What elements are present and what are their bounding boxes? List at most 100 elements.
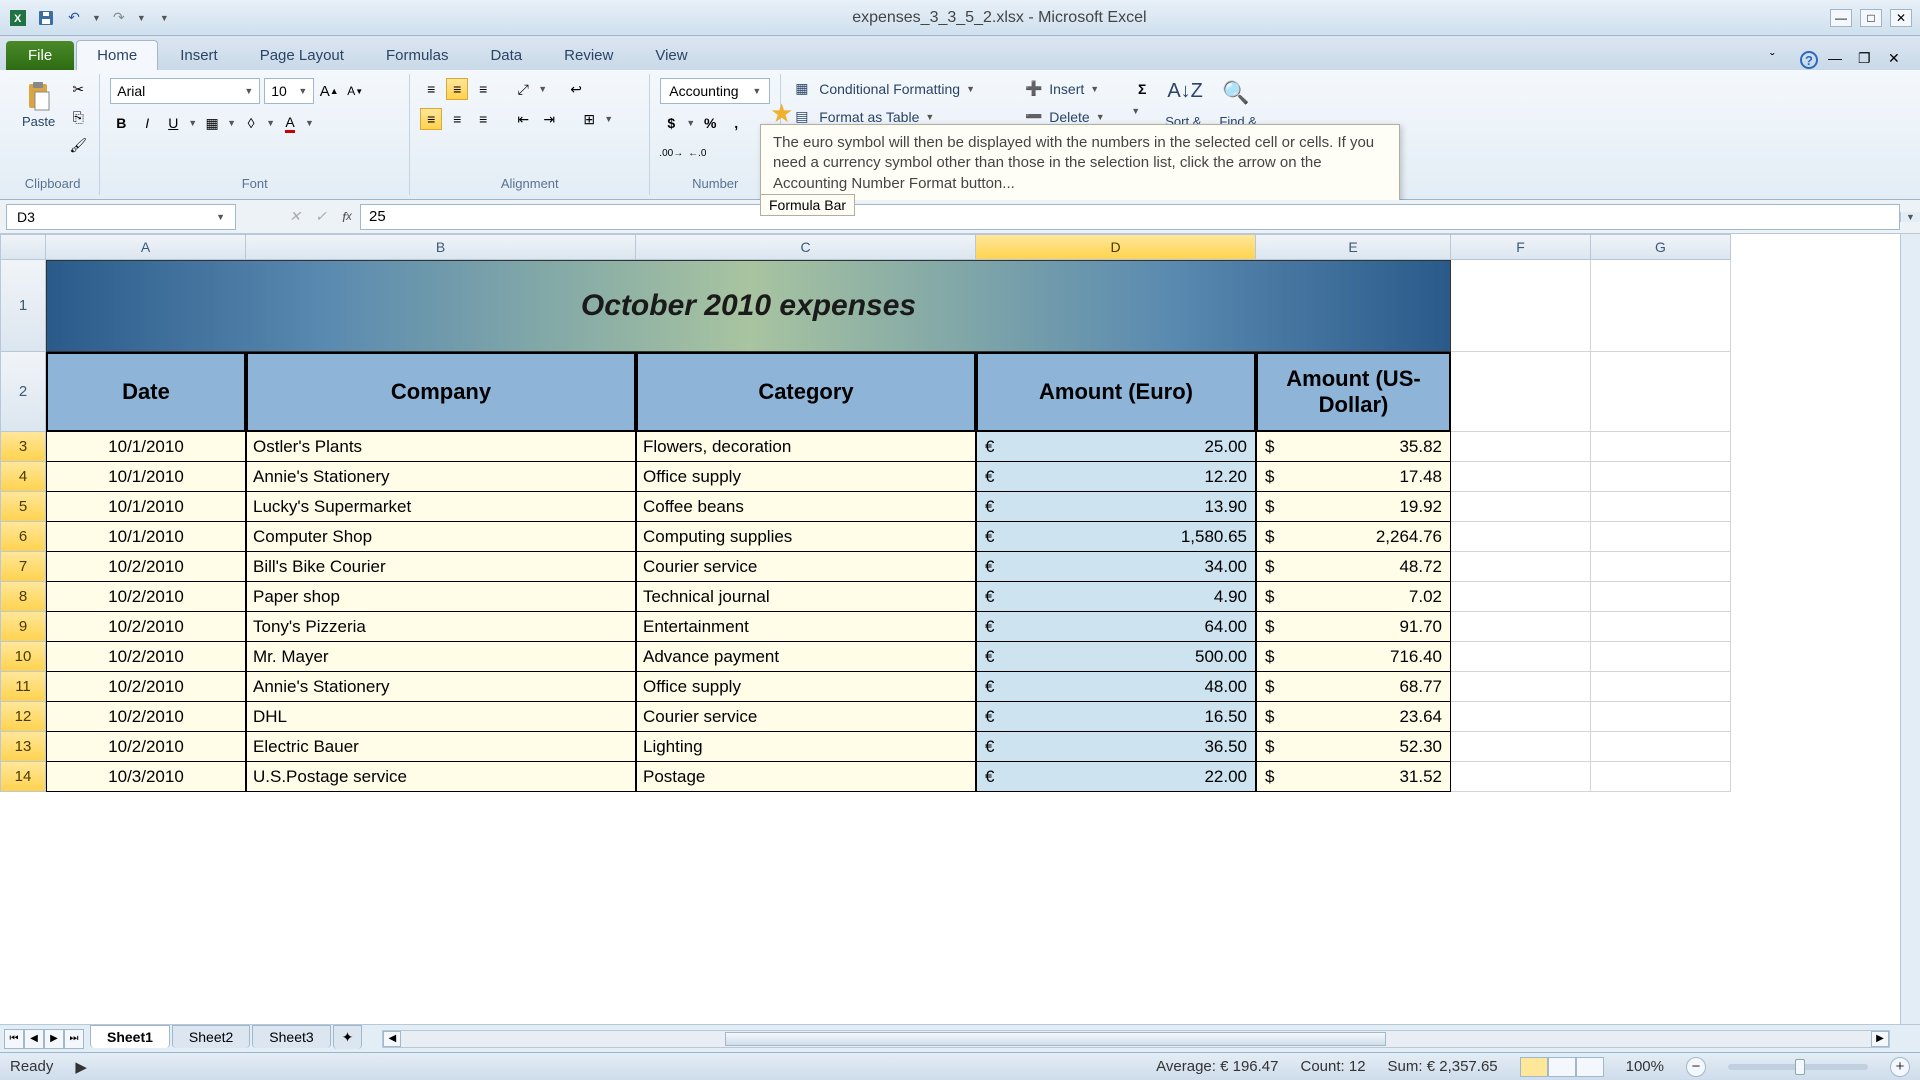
cell-empty[interactable] — [1451, 762, 1591, 792]
cell-empty[interactable] — [1451, 432, 1591, 462]
insert-cells-button[interactable]: ➕Insert ▼ — [1021, 78, 1103, 100]
font-color-button[interactable]: A — [279, 112, 301, 134]
merge-center-button[interactable]: ⊞ — [578, 108, 600, 130]
cell-date[interactable]: 10/2/2010 — [46, 552, 246, 582]
new-sheet-button[interactable]: ✦ — [333, 1025, 363, 1049]
undo-dropdown[interactable]: ▼ — [92, 13, 101, 23]
sheet-nav-last[interactable]: ⏭ — [64, 1029, 84, 1049]
orientation-button[interactable]: ⤢ — [512, 78, 534, 100]
minimize-ribbon-icon[interactable]: ˇ — [1770, 50, 1790, 70]
cell-empty[interactable] — [1451, 672, 1591, 702]
zoom-out-button[interactable]: − — [1686, 1057, 1706, 1077]
tab-formulas[interactable]: Formulas — [366, 41, 469, 70]
cell-amount-usd[interactable]: $2,264.76 — [1256, 522, 1451, 552]
cell-amount-usd[interactable]: $91.70 — [1256, 612, 1451, 642]
cell-company[interactable]: DHL — [246, 702, 636, 732]
cell-G2[interactable] — [1591, 352, 1731, 432]
cell-amount-euro[interactable]: €25.00 — [976, 432, 1256, 462]
window-restore-icon[interactable]: ❐ — [1858, 50, 1878, 70]
view-page-break-button[interactable] — [1576, 1057, 1604, 1077]
select-all-corner[interactable] — [0, 234, 46, 260]
cell-amount-euro[interactable]: €13.90 — [976, 492, 1256, 522]
undo-icon[interactable]: ↶ — [64, 8, 84, 28]
cell-empty[interactable] — [1591, 642, 1731, 672]
cell-category[interactable]: Entertainment — [636, 612, 976, 642]
cell-empty[interactable] — [1451, 462, 1591, 492]
row-header-1[interactable]: 1 — [0, 260, 46, 352]
wrap-text-button[interactable]: ↩ — [565, 78, 587, 100]
grow-font-button[interactable]: A▲ — [318, 80, 340, 102]
cell-category[interactable]: Lighting — [636, 732, 976, 762]
cell-company[interactable]: U.S.Postage service — [246, 762, 636, 792]
comma-button[interactable]: , — [725, 112, 747, 134]
percent-button[interactable]: % — [699, 112, 721, 134]
formula-input[interactable]: 25 — [360, 204, 1900, 230]
cell-date[interactable]: 10/1/2010 — [46, 462, 246, 492]
format-painter-button[interactable]: 🖌 — [67, 134, 89, 156]
tab-data[interactable]: Data — [470, 41, 542, 70]
row-header[interactable]: 7 — [0, 552, 46, 582]
cell-amount-usd[interactable]: $52.30 — [1256, 732, 1451, 762]
col-header-B[interactable]: B — [246, 234, 636, 260]
decrease-indent-button[interactable]: ⇤ — [512, 108, 534, 130]
tab-home[interactable]: Home — [76, 40, 158, 70]
col-header-G[interactable]: G — [1591, 234, 1731, 260]
cell-amount-euro[interactable]: €64.00 — [976, 612, 1256, 642]
row-header[interactable]: 13 — [0, 732, 46, 762]
cell-date[interactable]: 10/1/2010 — [46, 522, 246, 552]
cell-empty[interactable] — [1451, 492, 1591, 522]
cell-amount-euro[interactable]: €1,580.65 — [976, 522, 1256, 552]
cell-date[interactable]: 10/2/2010 — [46, 702, 246, 732]
view-normal-button[interactable] — [1520, 1057, 1548, 1077]
cancel-button[interactable]: ✕ — [282, 204, 308, 230]
row-header[interactable]: 12 — [0, 702, 46, 732]
align-bottom-button[interactable]: ≡ — [472, 78, 494, 100]
cell-amount-usd[interactable]: $7.02 — [1256, 582, 1451, 612]
cell-F2[interactable] — [1451, 352, 1591, 432]
cell-F1[interactable] — [1451, 260, 1591, 352]
cell-amount-usd[interactable]: $68.77 — [1256, 672, 1451, 702]
col-header-A[interactable]: A — [46, 234, 246, 260]
file-tab[interactable]: File — [6, 41, 74, 70]
tab-page-layout[interactable]: Page Layout — [240, 41, 364, 70]
row-header[interactable]: 6 — [0, 522, 46, 552]
cell-date[interactable]: 10/1/2010 — [46, 492, 246, 522]
close-button[interactable]: ✕ — [1890, 9, 1912, 27]
cell-amount-euro[interactable]: €36.50 — [976, 732, 1256, 762]
row-header[interactable]: 10 — [0, 642, 46, 672]
copy-button[interactable]: ⎘ — [67, 106, 89, 128]
cell-empty[interactable] — [1451, 522, 1591, 552]
cell-date[interactable]: 10/2/2010 — [46, 642, 246, 672]
header-company[interactable]: Company — [246, 352, 636, 432]
minimize-button[interactable]: — — [1830, 9, 1852, 27]
cell-empty[interactable] — [1591, 702, 1731, 732]
font-size-select[interactable]: 10▼ — [264, 78, 314, 104]
window-close-icon[interactable]: ✕ — [1888, 50, 1908, 70]
cell-company[interactable]: Paper shop — [246, 582, 636, 612]
cell-empty[interactable] — [1591, 732, 1731, 762]
align-left-button[interactable]: ≡ — [420, 108, 442, 130]
redo-dropdown[interactable]: ▼ — [137, 13, 146, 23]
header-date[interactable]: Date — [46, 352, 246, 432]
sheet-tab-1[interactable]: Sheet1 — [90, 1025, 170, 1048]
cell-amount-euro[interactable]: €22.00 — [976, 762, 1256, 792]
cell-amount-usd[interactable]: $17.48 — [1256, 462, 1451, 492]
cell-date[interactable]: 10/1/2010 — [46, 432, 246, 462]
shrink-font-button[interactable]: A▼ — [344, 80, 366, 102]
cell-date[interactable]: 10/2/2010 — [46, 582, 246, 612]
row-header[interactable]: 14 — [0, 762, 46, 792]
vertical-scrollbar[interactable] — [1900, 234, 1920, 1024]
border-button[interactable]: ▦ — [201, 112, 223, 134]
cell-amount-euro[interactable]: €12.20 — [976, 462, 1256, 492]
cell-category[interactable]: Postage — [636, 762, 976, 792]
zoom-slider[interactable] — [1728, 1064, 1868, 1070]
cell-date[interactable]: 10/3/2010 — [46, 762, 246, 792]
col-header-C[interactable]: C — [636, 234, 976, 260]
horizontal-scrollbar[interactable]: ◀ ▶ — [382, 1030, 1890, 1048]
cell-company[interactable]: Ostler's Plants — [246, 432, 636, 462]
align-top-button[interactable]: ≡ — [420, 78, 442, 100]
tab-insert[interactable]: Insert — [160, 41, 238, 70]
cell-empty[interactable] — [1451, 642, 1591, 672]
cell-amount-euro[interactable]: €16.50 — [976, 702, 1256, 732]
sheet-nav-prev[interactable]: ◀ — [24, 1029, 44, 1049]
